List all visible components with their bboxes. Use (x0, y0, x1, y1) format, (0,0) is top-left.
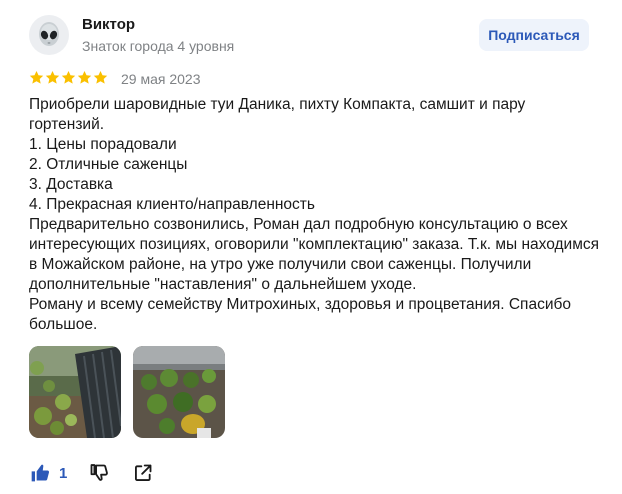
like-button[interactable]: 1 (30, 463, 67, 483)
review-date: 29 мая 2023 (121, 71, 201, 87)
star-icon (61, 70, 76, 84)
star-icon (93, 70, 108, 84)
share-button[interactable] (133, 463, 153, 483)
photo-plants-by-fence (29, 346, 121, 438)
dislike-button[interactable] (89, 463, 109, 483)
review-photo-1[interactable] (29, 346, 121, 438)
review-photo-2[interactable] (133, 346, 225, 438)
rating-stars (29, 70, 108, 85)
subscribe-button[interactable]: Подписаться (479, 19, 589, 51)
thumbs-down-icon (90, 464, 109, 481)
alien-face-icon (39, 22, 59, 46)
review-actions: 1 (30, 463, 153, 483)
author-name[interactable]: Виктор (82, 16, 135, 33)
star-icon (45, 70, 60, 84)
share-icon (135, 464, 152, 481)
photo-gallery (29, 346, 225, 438)
photo-potted-thujas (133, 346, 225, 438)
star-icon (29, 70, 44, 84)
review-text: Приобрели шаровидные туи Даника, пихту К… (29, 96, 600, 333)
star-icon (77, 70, 92, 84)
review-card: Виктор Знаток города 4 уровня Подписатьс… (0, 0, 622, 494)
like-count: 1 (59, 464, 68, 482)
thumbs-up-icon (31, 464, 50, 482)
avatar[interactable] (29, 15, 69, 55)
author-level: Знаток города 4 уровня (82, 38, 235, 54)
